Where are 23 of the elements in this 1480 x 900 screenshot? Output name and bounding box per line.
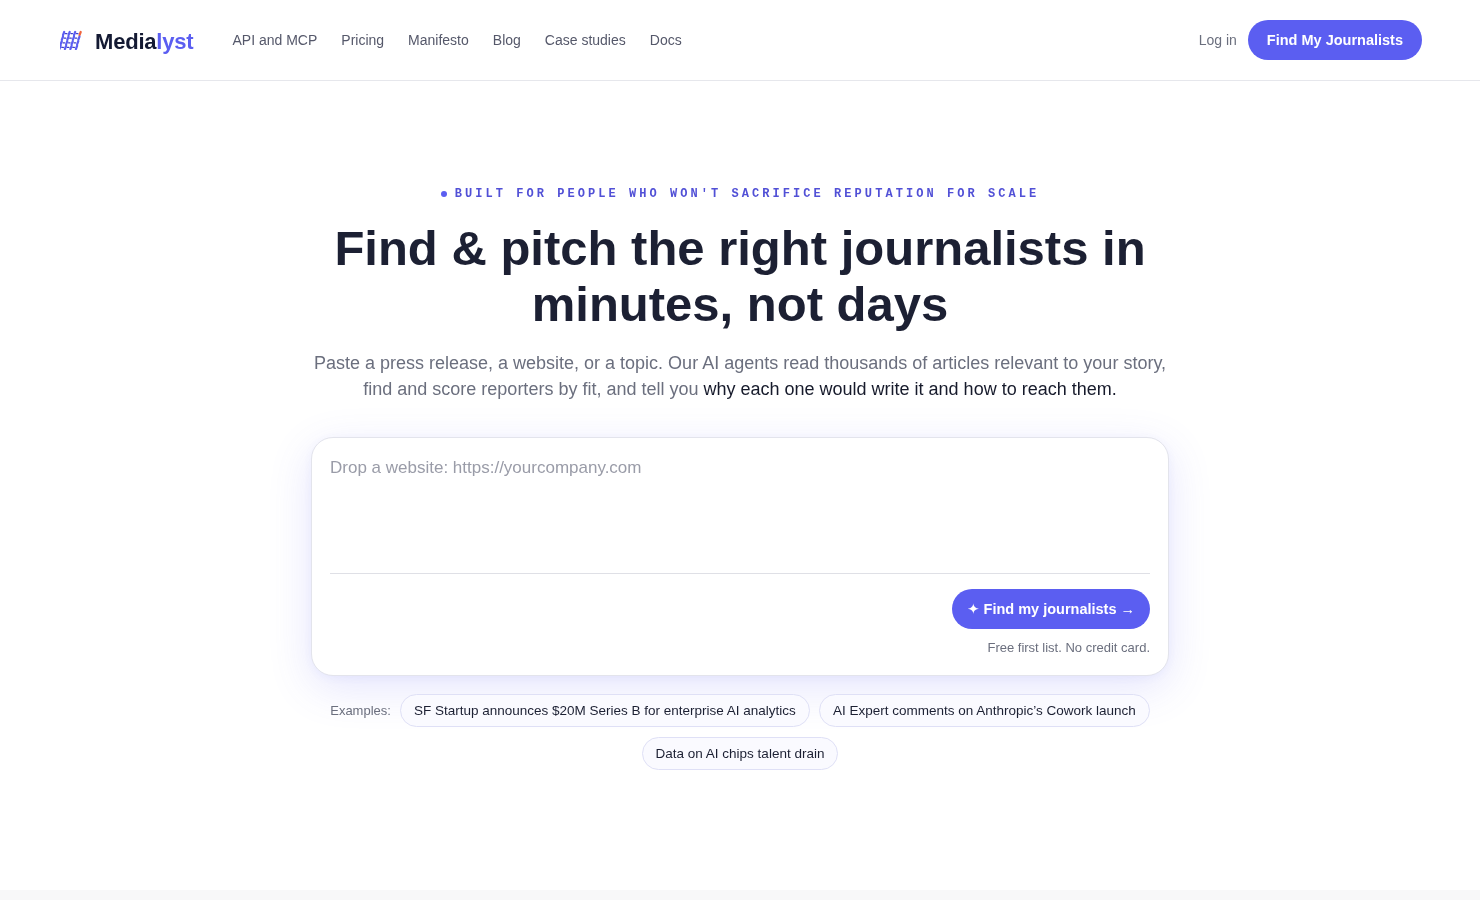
submit-button[interactable]: ✦ Find my journalists → (952, 589, 1150, 629)
hero-subtitle: Paste a press release, a website, or a topic. Our AI agents read thousands of articles relevant to your story, find and score reporters by fit, and tell you why each one would write it and how to reach them. (312, 352, 1168, 401)
find-journalists-button[interactable]: Find My Journalists (1247, 20, 1422, 60)
nav-link[interactable]: Case studies (544, 32, 626, 48)
example-chip[interactable]: SF Startup announces $20M Series B for enterprise AI analytics (399, 694, 810, 727)
free-note: Free first list. No credit card. (986, 639, 1150, 657)
example-chip[interactable]: AI Expert comments on Anthropic’s Cowork launch (818, 694, 1150, 727)
nav-link[interactable]: Manifesto (408, 32, 469, 48)
examples-label: Examples: (330, 703, 391, 718)
input-card[interactable]: Drop a website: https://yourcompany.com ✦ Find my journalists → Free first list. No credit card. (311, 437, 1169, 676)
brand-name: Medialyst (95, 28, 194, 55)
nav-link[interactable]: Docs (649, 32, 682, 48)
hero-title: Find & pitch the right journalists in minutes, not days (333, 220, 1147, 332)
nav-link[interactable]: Blog (492, 32, 521, 48)
eyebrow-text: BUILT FOR PEOPLE WHO WON'T SACRIFICE REPUTATION FOR SCALE (454, 187, 1040, 201)
website-input-field[interactable]: Drop a website: https://yourcompany.com (330, 455, 1150, 573)
example-chip[interactable]: Data on AI chips talent drain (641, 737, 839, 770)
nav-link[interactable]: API and MCP (232, 32, 318, 48)
brand-logo[interactable]: Medialyst (60, 25, 194, 55)
grid-logo-icon (60, 30, 85, 50)
dot-icon (440, 191, 447, 197)
login-link[interactable]: Log in (1198, 32, 1237, 48)
nav-link[interactable]: Pricing (341, 32, 385, 48)
